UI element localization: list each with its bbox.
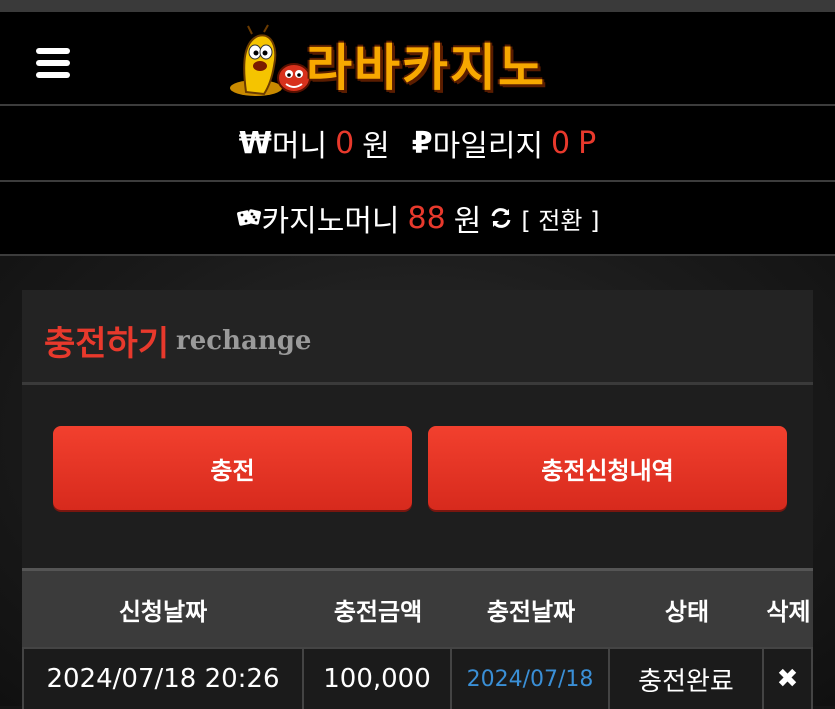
site-logo[interactable]: 라바카지노 bbox=[228, 22, 608, 100]
money-label: 머니 bbox=[271, 129, 328, 164]
refresh-icon[interactable] bbox=[489, 206, 513, 230]
cell-delete: ✖ bbox=[764, 649, 813, 709]
section-title: 충전하기 bbox=[44, 324, 170, 364]
header-delete: 삭제 bbox=[766, 597, 811, 626]
convert-button[interactable]: [ 전환 ] bbox=[521, 201, 599, 236]
balance-row: ₩ 머니 0 원 ₽ 마일리지 0 P bbox=[0, 106, 835, 182]
top-strip bbox=[0, 0, 835, 12]
table-header: 신청날짜 충전금액 충전날짜 상태 삭제 bbox=[22, 568, 813, 647]
charge-history-button[interactable]: 충전신청내역 bbox=[428, 426, 787, 510]
dice-icon bbox=[236, 209, 261, 226]
casino-money-unit: 원 bbox=[453, 204, 482, 239]
charge-button[interactable]: 충전 bbox=[53, 426, 412, 510]
cell-charge-date: 2024/07/18 bbox=[452, 649, 610, 709]
header-status: 상태 bbox=[664, 597, 710, 626]
site-header: 라바카지노 bbox=[0, 12, 835, 106]
casino-money-label: 카지노머니 bbox=[261, 204, 400, 239]
casino-money-row: 카지노머니 88 원 [ 전환 ] bbox=[0, 182, 835, 256]
section-header: 충전하기 rechange bbox=[22, 290, 813, 385]
money-value: 0 bbox=[335, 125, 355, 161]
larva-mascot-icon bbox=[230, 24, 311, 96]
money-unit: 원 bbox=[362, 129, 390, 164]
close-icon[interactable]: ✖ bbox=[777, 664, 799, 694]
cell-amount: 100,000 bbox=[304, 649, 452, 709]
header-amount: 충전금액 bbox=[333, 597, 423, 626]
won-icon: ₩ bbox=[238, 125, 272, 161]
mileage-label: 마일리지 bbox=[432, 129, 544, 164]
charge-history-table: 신청날짜 충전금액 충전날짜 상태 삭제 2024/07/18 20:26 10… bbox=[22, 568, 813, 709]
mileage-value: 0 bbox=[551, 125, 571, 161]
section-subtitle: rechange bbox=[176, 326, 312, 356]
hamburger-menu-icon[interactable] bbox=[36, 48, 70, 78]
peso-icon: ₽ bbox=[411, 125, 433, 161]
mileage-unit: P bbox=[578, 125, 597, 161]
casino-money-value: 88 bbox=[407, 200, 446, 236]
header-charge-date: 충전날짜 bbox=[486, 597, 576, 626]
cell-status: 충전완료 bbox=[610, 649, 764, 709]
header-request-date: 신청날짜 bbox=[118, 597, 208, 626]
cell-request-date: 2024/07/18 20:26 bbox=[22, 649, 304, 709]
logo-text: 라바카지노 bbox=[306, 39, 546, 97]
table-row: 2024/07/18 20:26 100,000 2024/07/18 충전완료… bbox=[22, 647, 813, 709]
charge-date-link[interactable]: 2024/07/18 bbox=[467, 667, 594, 692]
